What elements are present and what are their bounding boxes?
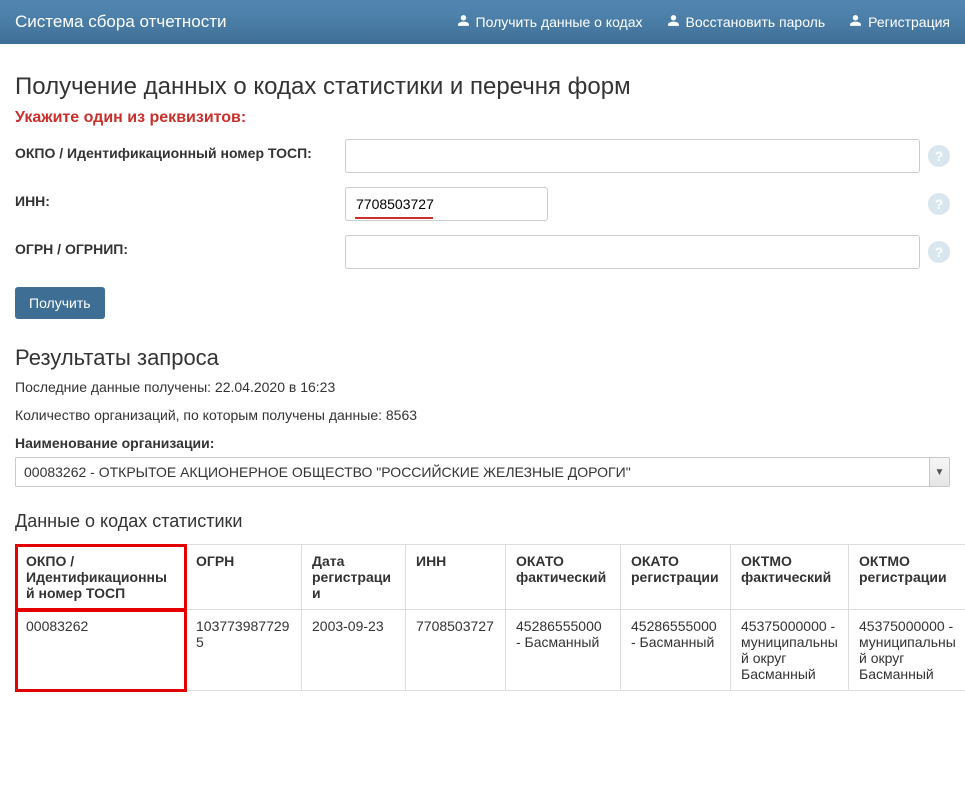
user-icon <box>457 14 470 30</box>
org-count-line: Количество организаций, по которым получ… <box>15 407 950 423</box>
table-header-row: ОКПО / Идентификационный номер ТОСП ОГРН… <box>16 545 965 610</box>
th-ogrn: ОГРН <box>186 545 302 610</box>
th-regdate: Дата регистрации <box>302 545 406 610</box>
okpo-input[interactable] <box>345 139 920 173</box>
okpo-label: ОКПО / Идентификационный номер ТОСП: <box>15 139 345 161</box>
td-regdate: 2003-09-23 <box>302 610 406 691</box>
th-oktmo-reg: ОКТМО регистрации <box>849 545 965 610</box>
last-data-line: Последние данные получены: 22.04.2020 в … <box>15 379 950 395</box>
inn-underline <box>355 217 433 219</box>
content: Получение данных о кодах статистики и пе… <box>0 44 965 706</box>
ogrn-label: ОГРН / ОГРНИП: <box>15 235 345 257</box>
nav-link-label: Получить данные о кодах <box>476 14 643 30</box>
nav-link-label: Регистрация <box>868 14 950 30</box>
stats-section-title: Данные о кодах статистики <box>15 511 950 532</box>
td-okato-reg: 45286555000 - Басманный <box>621 610 731 691</box>
td-oktmo-fact: 45375000000 - муниципальный округ Басман… <box>731 610 849 691</box>
help-icon[interactable]: ? <box>928 193 950 215</box>
org-name-label: Наименование организации: <box>15 435 950 451</box>
inn-label: ИНН: <box>15 187 345 209</box>
results-heading: Результаты запроса <box>15 345 950 371</box>
form-row-ogrn: ОГРН / ОГРНИП: ? <box>15 235 950 269</box>
subtitle: Укажите один из реквизитов: <box>15 109 950 127</box>
navbar: Система сбора отчетности Получить данные… <box>0 0 965 44</box>
nav-link-restore[interactable]: Восстановить пароль <box>667 14 826 30</box>
table-row: 00083262 1037739877295 2003-09-23 770850… <box>16 610 965 691</box>
help-icon[interactable]: ? <box>928 145 950 167</box>
nav-link-register[interactable]: Регистрация <box>849 14 950 30</box>
nav-link-label: Восстановить пароль <box>686 14 826 30</box>
help-icon[interactable]: ? <box>928 241 950 263</box>
chevron-down-icon: ▼ <box>929 458 949 486</box>
th-okpo: ОКПО / Идентификационный номер ТОСП <box>16 545 186 610</box>
th-oktmo-fact: ОКТМО фактический <box>731 545 849 610</box>
stats-table: ОКПО / Идентификационный номер ТОСП ОГРН… <box>15 544 965 691</box>
form-row-inn: ИНН: ? <box>15 187 950 221</box>
org-name-select[interactable]: 00083262 - ОТКРЫТОЕ АКЦИОНЕРНОЕ ОБЩЕСТВО… <box>15 457 950 487</box>
th-inn: ИНН <box>406 545 506 610</box>
nav-links: Получить данные о кодах Восстановить пар… <box>457 14 950 30</box>
user-icon <box>849 14 862 30</box>
td-inn: 7708503727 <box>406 610 506 691</box>
ogrn-input[interactable] <box>345 235 920 269</box>
brand: Система сбора отчетности <box>15 12 457 32</box>
form-row-okpo: ОКПО / Идентификационный номер ТОСП: ? <box>15 139 950 173</box>
td-okato-fact: 45286555000 - Басманный <box>506 610 621 691</box>
td-okpo: 00083262 <box>16 610 186 691</box>
td-ogrn: 1037739877295 <box>186 610 302 691</box>
user-icon <box>667 14 680 30</box>
td-oktmo-reg: 45375000000 - муниципальный округ Басман… <box>849 610 965 691</box>
nav-link-get-codes[interactable]: Получить данные о кодах <box>457 14 643 30</box>
page-title: Получение данных о кодах статистики и пе… <box>15 73 950 101</box>
org-name-value: 00083262 - ОТКРЫТОЕ АКЦИОНЕРНОЕ ОБЩЕСТВО… <box>24 464 631 480</box>
th-okato-reg: ОКАТО регистрации <box>621 545 731 610</box>
inn-input[interactable] <box>345 187 548 221</box>
th-okato-fact: ОКАТО фактический <box>506 545 621 610</box>
submit-button[interactable]: Получить <box>15 287 105 319</box>
